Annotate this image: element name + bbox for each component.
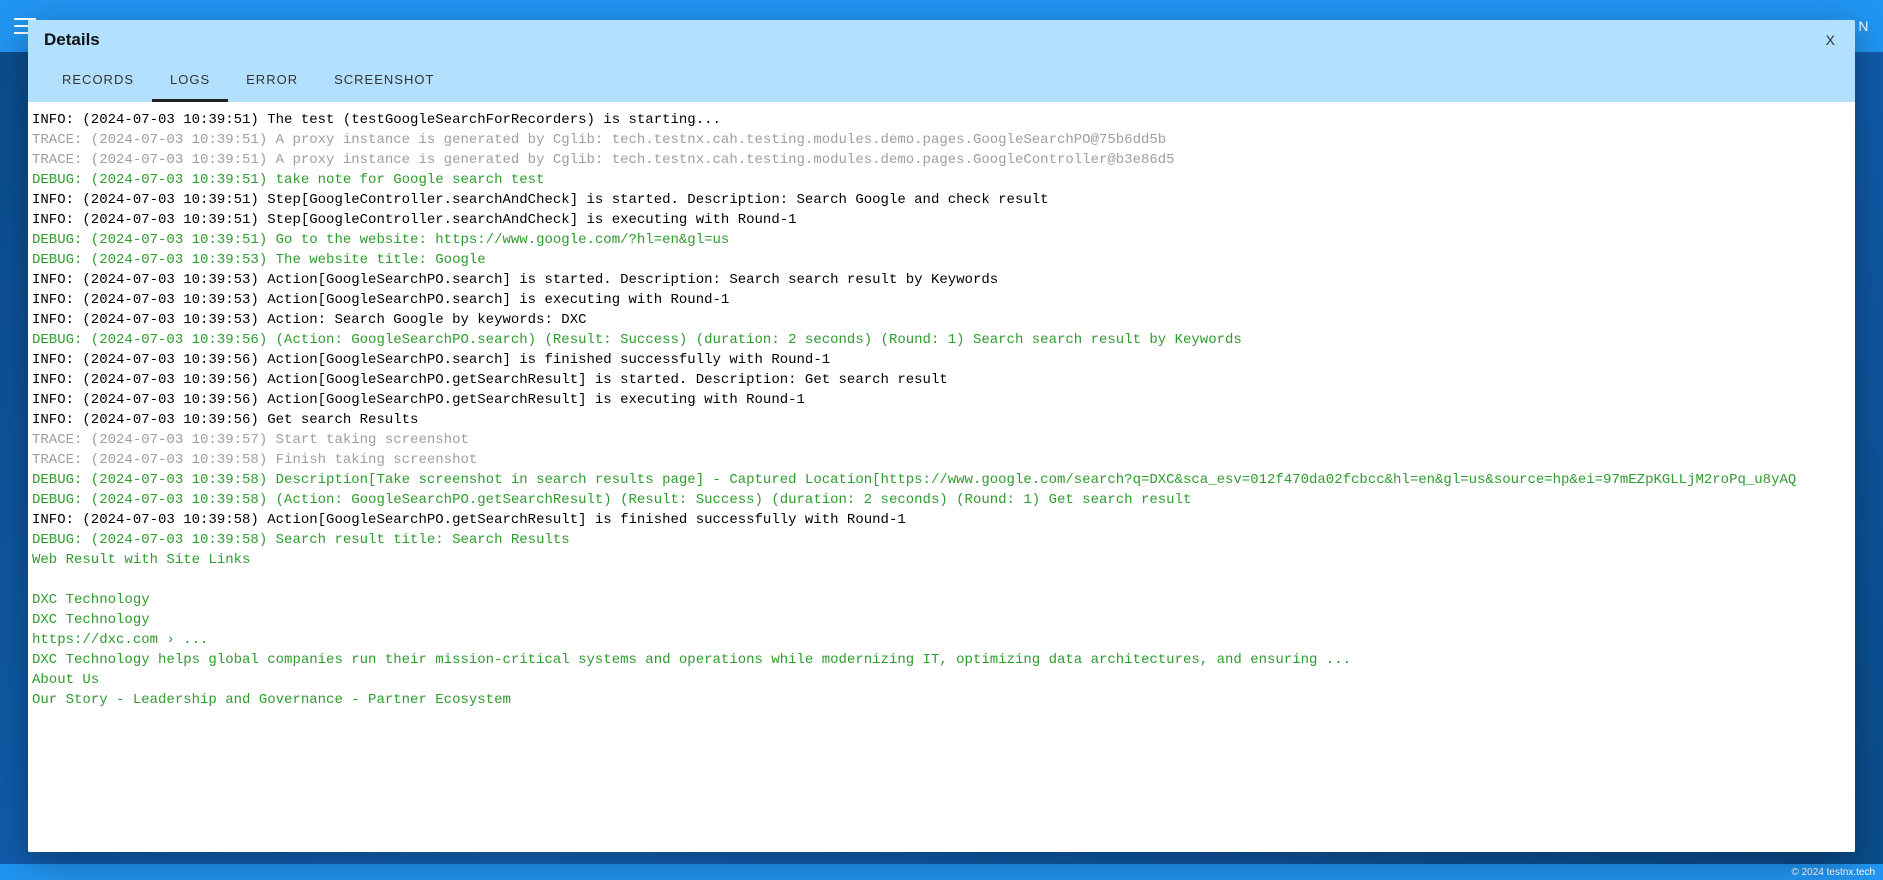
log-line: INFO: (2024-07-03 10:39:53) Action: Sear… bbox=[32, 310, 1851, 330]
tab-logs[interactable]: LOGS bbox=[152, 58, 228, 102]
log-line: DXC Technology bbox=[32, 590, 1851, 610]
log-line: INFO: (2024-07-03 10:39:56) Action[Googl… bbox=[32, 390, 1851, 410]
log-line: DEBUG: (2024-07-03 10:39:56) (Action: Go… bbox=[32, 330, 1851, 350]
log-line: INFO: (2024-07-03 10:39:58) Action[Googl… bbox=[32, 510, 1851, 530]
log-line: TRACE: (2024-07-03 10:39:57) Start takin… bbox=[32, 430, 1851, 450]
log-line: TRACE: (2024-07-03 10:39:51) A proxy ins… bbox=[32, 150, 1851, 170]
log-line: Web Result with Site Links bbox=[32, 550, 1851, 570]
details-modal: Details X RECORDSLOGSERRORSCREENSHOT INF… bbox=[28, 20, 1855, 852]
tab-records[interactable]: RECORDS bbox=[44, 58, 152, 102]
modal-title: Details bbox=[44, 30, 1839, 58]
topbar-right-letter: N bbox=[1858, 18, 1869, 34]
log-line: DXC Technology helps global companies ru… bbox=[32, 650, 1851, 670]
close-button[interactable]: X bbox=[1826, 32, 1835, 48]
log-line: DEBUG: (2024-07-03 10:39:53) The website… bbox=[32, 250, 1851, 270]
log-line: INFO: (2024-07-03 10:39:51) Step[GoogleC… bbox=[32, 210, 1851, 230]
modal-tabs: RECORDSLOGSERRORSCREENSHOT bbox=[44, 58, 1839, 102]
modal-header: Details X RECORDSLOGSERRORSCREENSHOT bbox=[28, 20, 1855, 102]
log-line: https://dxc.com › ... bbox=[32, 630, 1851, 650]
log-line: TRACE: (2024-07-03 10:39:58) Finish taki… bbox=[32, 450, 1851, 470]
log-line: INFO: (2024-07-03 10:39:51) Step[GoogleC… bbox=[32, 190, 1851, 210]
log-line: DXC Technology bbox=[32, 610, 1851, 630]
app-footer: © 2024 testnx.tech bbox=[0, 864, 1883, 880]
log-line: DEBUG: (2024-07-03 10:39:58) (Action: Go… bbox=[32, 490, 1851, 510]
log-line: DEBUG: (2024-07-03 10:39:51) take note f… bbox=[32, 170, 1851, 190]
log-line: INFO: (2024-07-03 10:39:56) Action[Googl… bbox=[32, 350, 1851, 370]
log-line: INFO: (2024-07-03 10:39:53) Action[Googl… bbox=[32, 290, 1851, 310]
footer-copyright: © 2024 testnx.tech bbox=[1791, 867, 1875, 878]
log-line: Our Story - Leadership and Governance - … bbox=[32, 690, 1851, 710]
tab-error[interactable]: ERROR bbox=[228, 58, 316, 102]
log-line: DEBUG: (2024-07-03 10:39:58) Search resu… bbox=[32, 530, 1851, 550]
log-line bbox=[32, 570, 1851, 590]
log-line: DEBUG: (2024-07-03 10:39:51) Go to the w… bbox=[32, 230, 1851, 250]
log-line: INFO: (2024-07-03 10:39:56) Get search R… bbox=[32, 410, 1851, 430]
tab-screenshot[interactable]: SCREENSHOT bbox=[316, 58, 452, 102]
log-line: INFO: (2024-07-03 10:39:56) Action[Googl… bbox=[32, 370, 1851, 390]
log-line: About Us bbox=[32, 670, 1851, 690]
logs-panel[interactable]: INFO: (2024-07-03 10:39:51) The test (te… bbox=[28, 102, 1855, 852]
log-line: INFO: (2024-07-03 10:39:53) Action[Googl… bbox=[32, 270, 1851, 290]
log-line: INFO: (2024-07-03 10:39:51) The test (te… bbox=[32, 110, 1851, 130]
log-line: TRACE: (2024-07-03 10:39:51) A proxy ins… bbox=[32, 130, 1851, 150]
log-line: DEBUG: (2024-07-03 10:39:58) Description… bbox=[32, 470, 1851, 490]
